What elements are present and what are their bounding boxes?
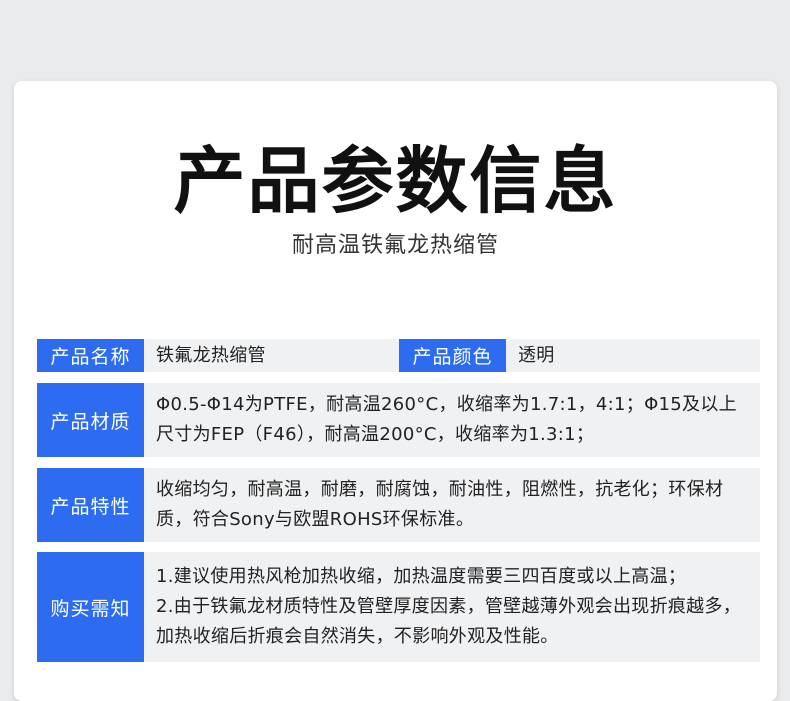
- label-product-material: 产品材质: [37, 383, 144, 457]
- value-product-material: Φ0.5-Φ14为PTFE，耐高温260°C，收缩率为1.7:1，4:1；Φ15…: [144, 383, 760, 457]
- notice-line-2: 2.由于铁氟龙材质特性及管壁厚度因素，管壁越薄外观会出现折痕越多，加热收缩后折痕…: [156, 596, 742, 647]
- notice-line-1: 1.建议使用热风枪加热收缩，加热温度需要三四百度或以上高温；: [156, 566, 687, 587]
- row-product-name: 产品名称 铁氟龙热缩管 产品颜色 透明: [37, 339, 760, 372]
- value-purchase-notice: 1.建议使用热风枪加热收缩，加热温度需要三四百度或以上高温； 2.由于铁氟龙材质…: [144, 552, 760, 662]
- row-product-features: 产品特性 收缩均匀，耐高温，耐磨，耐腐蚀，耐油性，阻燃性，抗老化；环保材质，符合…: [37, 468, 760, 542]
- label-product-color: 产品颜色: [399, 339, 506, 372]
- material-text: Φ0.5-Φ14为PTFE，耐高温260°C，收缩率为1.7:1，4:1；Φ15…: [156, 394, 737, 445]
- page-title: 产品参数信息: [173, 139, 618, 223]
- features-text: 收缩均匀，耐高温，耐磨，耐腐蚀，耐油性，阻燃性，抗老化；环保材质，符合Sony与…: [156, 479, 724, 530]
- value-product-features: 收缩均匀，耐高温，耐磨，耐腐蚀，耐油性，阻燃性，抗老化；环保材质，符合Sony与…: [144, 468, 760, 542]
- label-purchase-notice: 购买需知: [37, 552, 144, 662]
- value-product-color: 透明: [506, 339, 760, 372]
- row-product-material: 产品材质 Φ0.5-Φ14为PTFE，耐高温260°C，收缩率为1.7:1，4:…: [37, 383, 760, 457]
- row-purchase-notice: 购买需知 1.建议使用热风枪加热收缩，加热温度需要三四百度或以上高温； 2.由于…: [37, 552, 760, 662]
- label-product-name: 产品名称: [37, 339, 144, 372]
- product-info-card: 产品参数信息 耐高温铁氟龙热缩管 产品名称 铁氟龙热缩管 产品颜色 透明 产品材…: [14, 81, 777, 701]
- value-product-name: 铁氟龙热缩管: [144, 339, 399, 372]
- label-product-features: 产品特性: [37, 468, 144, 542]
- page-subtitle: 耐高温铁氟龙热缩管: [291, 233, 499, 258]
